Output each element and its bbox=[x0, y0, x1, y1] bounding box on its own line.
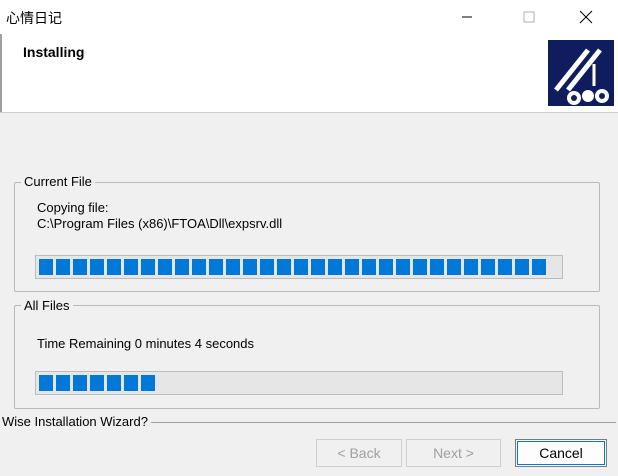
progress-segment bbox=[107, 259, 121, 275]
installer-logo-icon bbox=[548, 40, 614, 106]
progress-segment bbox=[464, 259, 478, 275]
progress-segment bbox=[379, 259, 393, 275]
progress-segment bbox=[413, 259, 427, 275]
progress-segment bbox=[226, 259, 240, 275]
minimize-button[interactable] bbox=[444, 0, 490, 34]
close-button[interactable] bbox=[563, 0, 609, 34]
next-button[interactable]: Next > bbox=[406, 439, 501, 467]
progress-segment bbox=[90, 259, 104, 275]
progress-segment bbox=[328, 259, 342, 275]
wizard-header: Installing bbox=[0, 34, 618, 113]
back-button[interactable]: < Back bbox=[316, 439, 402, 467]
progress-segment bbox=[345, 259, 359, 275]
title-bar: 心情日记 bbox=[0, 0, 618, 34]
progress-segment bbox=[498, 259, 512, 275]
progress-segment bbox=[396, 259, 410, 275]
progress-segment bbox=[430, 259, 444, 275]
progress-segment bbox=[311, 259, 325, 275]
current-file-legend: Current File bbox=[21, 174, 95, 189]
copying-label: Copying file: bbox=[37, 200, 109, 215]
maximize-button bbox=[506, 0, 552, 34]
progress-segment bbox=[362, 259, 376, 275]
back-button-label: < Back bbox=[337, 445, 381, 461]
progress-segment bbox=[90, 375, 104, 391]
progress-segment bbox=[73, 375, 87, 391]
progress-segment bbox=[277, 259, 291, 275]
progress-segment bbox=[260, 259, 274, 275]
close-icon bbox=[579, 10, 593, 24]
progress-segment bbox=[532, 259, 546, 275]
progress-segment bbox=[124, 375, 138, 391]
progress-segment bbox=[294, 259, 308, 275]
wizard-label: Wise Installation Wizard? bbox=[2, 414, 151, 429]
progress-segment bbox=[158, 259, 172, 275]
progress-segment bbox=[124, 259, 138, 275]
progress-segment bbox=[481, 259, 495, 275]
progress-segment bbox=[39, 375, 53, 391]
header-edge bbox=[0, 34, 2, 112]
maximize-icon bbox=[523, 11, 535, 23]
cancel-button[interactable]: Cancel bbox=[515, 439, 607, 467]
file-path: C:\Program Files (x86)\FTOA\Dll\expsrv.d… bbox=[37, 216, 283, 231]
progress-segment bbox=[141, 375, 155, 391]
time-remaining: Time Remaining 0 minutes 4 seconds bbox=[37, 336, 255, 351]
progress-segment bbox=[107, 375, 121, 391]
progress-segment bbox=[209, 259, 223, 275]
all-files-legend: All Files bbox=[21, 298, 73, 313]
window-title: 心情日记 bbox=[6, 11, 62, 27]
next-button-label: Next > bbox=[433, 445, 474, 461]
progress-segment bbox=[56, 375, 70, 391]
all-files-progress bbox=[35, 371, 563, 395]
progress-segment bbox=[192, 259, 206, 275]
progress-segment bbox=[56, 259, 70, 275]
progress-segment bbox=[447, 259, 461, 275]
progress-segment bbox=[39, 259, 53, 275]
current-file-progress bbox=[35, 255, 563, 279]
page-title: Installing bbox=[23, 44, 85, 60]
progress-segment bbox=[243, 259, 257, 275]
progress-segment bbox=[515, 259, 529, 275]
progress-segment bbox=[141, 259, 155, 275]
progress-segment bbox=[73, 259, 87, 275]
minimize-icon bbox=[462, 16, 472, 18]
cancel-button-label: Cancel bbox=[539, 445, 583, 461]
progress-segment bbox=[175, 259, 189, 275]
